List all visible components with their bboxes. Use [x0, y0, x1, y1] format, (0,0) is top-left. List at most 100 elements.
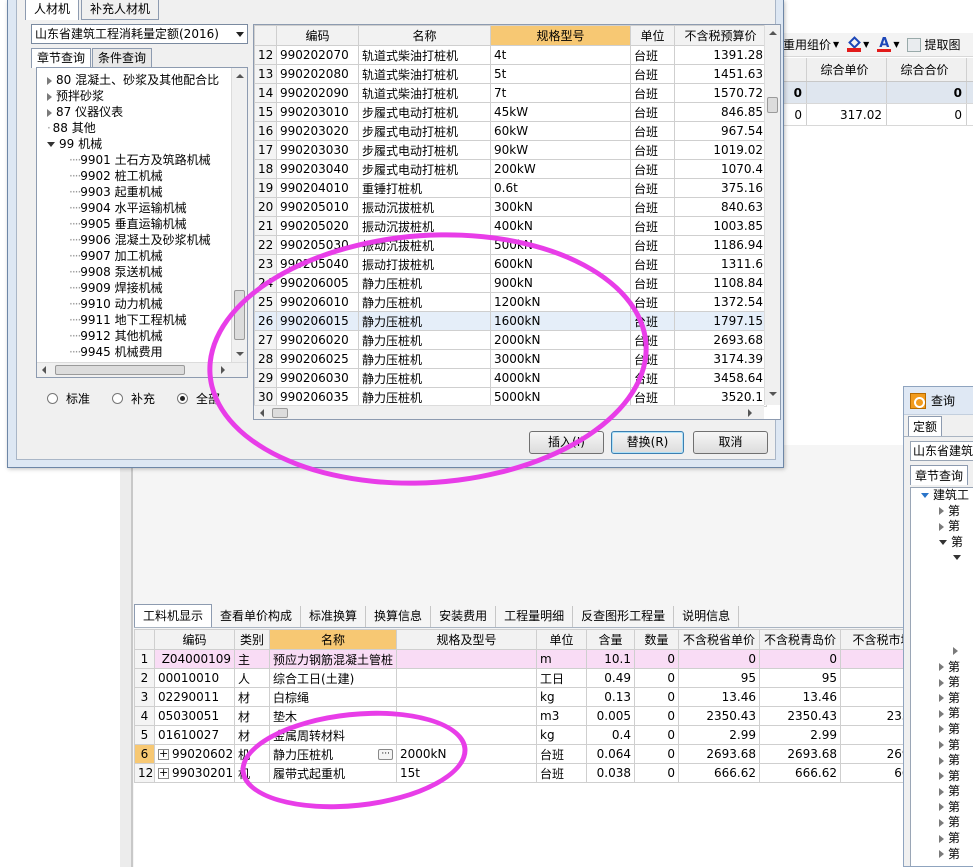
- cell-unit[interactable]: 台班: [630, 45, 675, 65]
- grid-header[interactable]: 规格及型号: [396, 629, 537, 650]
- cell-prov-price[interactable]: 2350.43: [678, 706, 760, 726]
- tree-node[interactable]: [911, 644, 973, 660]
- table-row[interactable]: 12 990202070 轨道式柴油打桩机 4t 台班 1391.28: [254, 45, 767, 65]
- cell-name[interactable]: 静力压桩机: [358, 368, 491, 388]
- summary-row[interactable]: 0 0: [783, 82, 973, 104]
- cell-category[interactable]: 人: [234, 668, 270, 688]
- scroll-thumb[interactable]: [272, 408, 288, 418]
- fill-color-button[interactable]: ▼: [847, 35, 869, 52]
- tree-node[interactable]: · 88 其他: [37, 120, 233, 136]
- cell-qty[interactable]: 0.13: [586, 687, 635, 707]
- cell-market-price[interactable]: 13.: [840, 687, 903, 707]
- grid-header[interactable]: 类别: [234, 629, 270, 650]
- cell-price[interactable]: 3520.1: [674, 387, 767, 407]
- cell-prov-price[interactable]: 2693.68: [678, 744, 760, 764]
- cell-price[interactable]: 1311.6: [674, 254, 767, 274]
- grid-header[interactable]: 单位: [630, 25, 675, 46]
- cell-price[interactable]: 1391.28: [674, 45, 767, 65]
- cell-unit[interactable]: m3: [536, 706, 587, 726]
- cell-market-price[interactable]: 2350.: [840, 706, 903, 726]
- cell-price[interactable]: 840.63: [674, 197, 767, 217]
- cell-name[interactable]: 垫木: [269, 706, 397, 726]
- tree-node[interactable]: ····9911 地下工程机械: [37, 312, 233, 328]
- cell-name[interactable]: 金属周转材料: [269, 725, 397, 745]
- cell-unit[interactable]: 台班: [630, 216, 675, 236]
- tab-chapter-query[interactable]: 章节查询: [910, 465, 969, 485]
- cell-spec[interactable]: 5000kN: [490, 387, 631, 407]
- cell-spec[interactable]: 500kN: [490, 235, 631, 255]
- cell-code[interactable]: 990206025: [276, 349, 359, 369]
- table-row[interactable]: 16 990203020 步履式电动打桩机 60kW 台班 967.54: [254, 121, 767, 141]
- cell-spec[interactable]: 200kW: [490, 159, 631, 179]
- table-row[interactable]: 22 990205030 振动沉拔桩机 500kN 台班 1186.94: [254, 235, 767, 255]
- table-row[interactable]: 5 01610027 材 金属周转材料 kg 0.4 0 2.99 2.99 2…: [134, 725, 903, 745]
- tree-node[interactable]: ····9905 垂直运输机械: [37, 216, 233, 232]
- cell-category[interactable]: 机: [234, 763, 270, 783]
- expand-icon[interactable]: +: [158, 748, 169, 760]
- tab-material-display[interactable]: 工料机显示: [134, 604, 213, 627]
- cell-name[interactable]: 步履式电动打桩机: [358, 121, 491, 141]
- cell-qd-price[interactable]: 0: [759, 649, 841, 669]
- cell-qty[interactable]: 0.49: [586, 668, 635, 688]
- cell-price[interactable]: 1186.94: [674, 235, 767, 255]
- grid-header[interactable]: 不含税青岛价: [759, 629, 841, 650]
- tree-node[interactable]: 第: [911, 706, 973, 722]
- table-row[interactable]: 26 990206015 静力压桩机 1600kN 台班 1797.15: [254, 311, 767, 331]
- cell-name[interactable]: 振动沉拔桩机: [358, 235, 491, 255]
- cell-prov-price[interactable]: 2.99: [678, 725, 760, 745]
- tree-node[interactable]: ····9907 加工机械: [37, 248, 233, 264]
- tree-node[interactable]: 第: [911, 800, 973, 816]
- cell-amount[interactable]: 0: [634, 744, 679, 764]
- grid-header[interactable]: 编码: [276, 25, 359, 46]
- cell-name[interactable]: 静力压桩机: [358, 273, 491, 293]
- cell-prov-price[interactable]: 95: [678, 668, 760, 688]
- cell-category[interactable]: 主: [234, 649, 270, 669]
- cell-price[interactable]: 1019.02: [674, 140, 767, 160]
- cell-unit[interactable]: kg: [536, 687, 587, 707]
- table-row[interactable]: 30 990206035 静力压桩机 5000kN 台班 3520.1: [254, 387, 767, 407]
- cell-market-price[interactable]: 2.: [840, 725, 903, 745]
- cell-name[interactable]: 白棕绳: [269, 687, 397, 707]
- radio-standard[interactable]: 标准: [47, 390, 90, 407]
- grid-header[interactable]: 不含税省单价: [678, 629, 760, 650]
- tree-node[interactable]: ····9903 起重机械: [37, 184, 233, 200]
- query-panel-titlebar[interactable]: 查询: [904, 387, 973, 415]
- cell-code[interactable]: 990206005: [276, 273, 359, 293]
- scroll-right-icon[interactable]: [748, 409, 752, 417]
- grid-header[interactable]: 单位: [536, 629, 587, 650]
- tree-node[interactable]: 第: [911, 815, 973, 831]
- tree-node[interactable]: 第: [911, 535, 973, 551]
- tab-unit-price-composition[interactable]: 查看单价构成: [212, 606, 302, 627]
- cell-code[interactable]: 990206010: [276, 292, 359, 312]
- cell-spec[interactable]: 0.6t: [490, 178, 631, 198]
- font-color-button[interactable]: A ▼: [877, 37, 899, 52]
- tree-node[interactable]: 第: [911, 675, 973, 691]
- tree-node[interactable]: 第: [911, 519, 973, 535]
- cell-spec[interactable]: 1200kN: [490, 292, 631, 312]
- grid-header[interactable]: 规格型号: [490, 25, 631, 46]
- table-row[interactable]: 23 990205040 振动打拔桩机 600kN 台班 1311.6: [254, 254, 767, 274]
- table-row[interactable]: 19 990204010 重锤打桩机 0.6t 台班 375.16: [254, 178, 767, 198]
- cell-price[interactable]: 2693.68: [674, 330, 767, 350]
- table-row[interactable]: 3 02290011 材 白棕绳 kg 0.13 0 13.46 13.46 1…: [134, 687, 903, 707]
- cell-qd-price[interactable]: 2350.43: [759, 706, 841, 726]
- cell-qty[interactable]: 0.005: [586, 706, 635, 726]
- cell-spec[interactable]: 3000kN: [490, 349, 631, 369]
- grid-header[interactable]: 不含税市场: [840, 629, 903, 650]
- cell-unit[interactable]: 台班: [630, 159, 675, 179]
- cell-price[interactable]: 1797.15: [674, 311, 767, 331]
- table-row[interactable]: 17 990203030 步履式电动打桩机 90kW 台班 1019.02: [254, 140, 767, 160]
- splitter[interactable]: [120, 445, 132, 867]
- tree-node[interactable]: 第: [911, 831, 973, 847]
- cell-unit[interactable]: 台班: [630, 349, 675, 369]
- tree-node[interactable]: ····9901 土石方及筑路机械: [37, 152, 233, 168]
- table-row[interactable]: 29 990206030 静力压桩机 4000kN 台班 3458.64: [254, 368, 767, 388]
- cell-amount[interactable]: 0: [634, 668, 679, 688]
- cell-code[interactable]: 990202070: [276, 45, 359, 65]
- tree-node[interactable]: 建筑工: [911, 488, 973, 504]
- cell-unit[interactable]: 台班: [630, 387, 675, 407]
- cell-amount[interactable]: 0: [634, 763, 679, 783]
- summary-row[interactable]: 0 317.02 0: [783, 104, 973, 126]
- tree-node[interactable]: 第: [911, 660, 973, 676]
- cell-code[interactable]: 990202090: [276, 83, 359, 103]
